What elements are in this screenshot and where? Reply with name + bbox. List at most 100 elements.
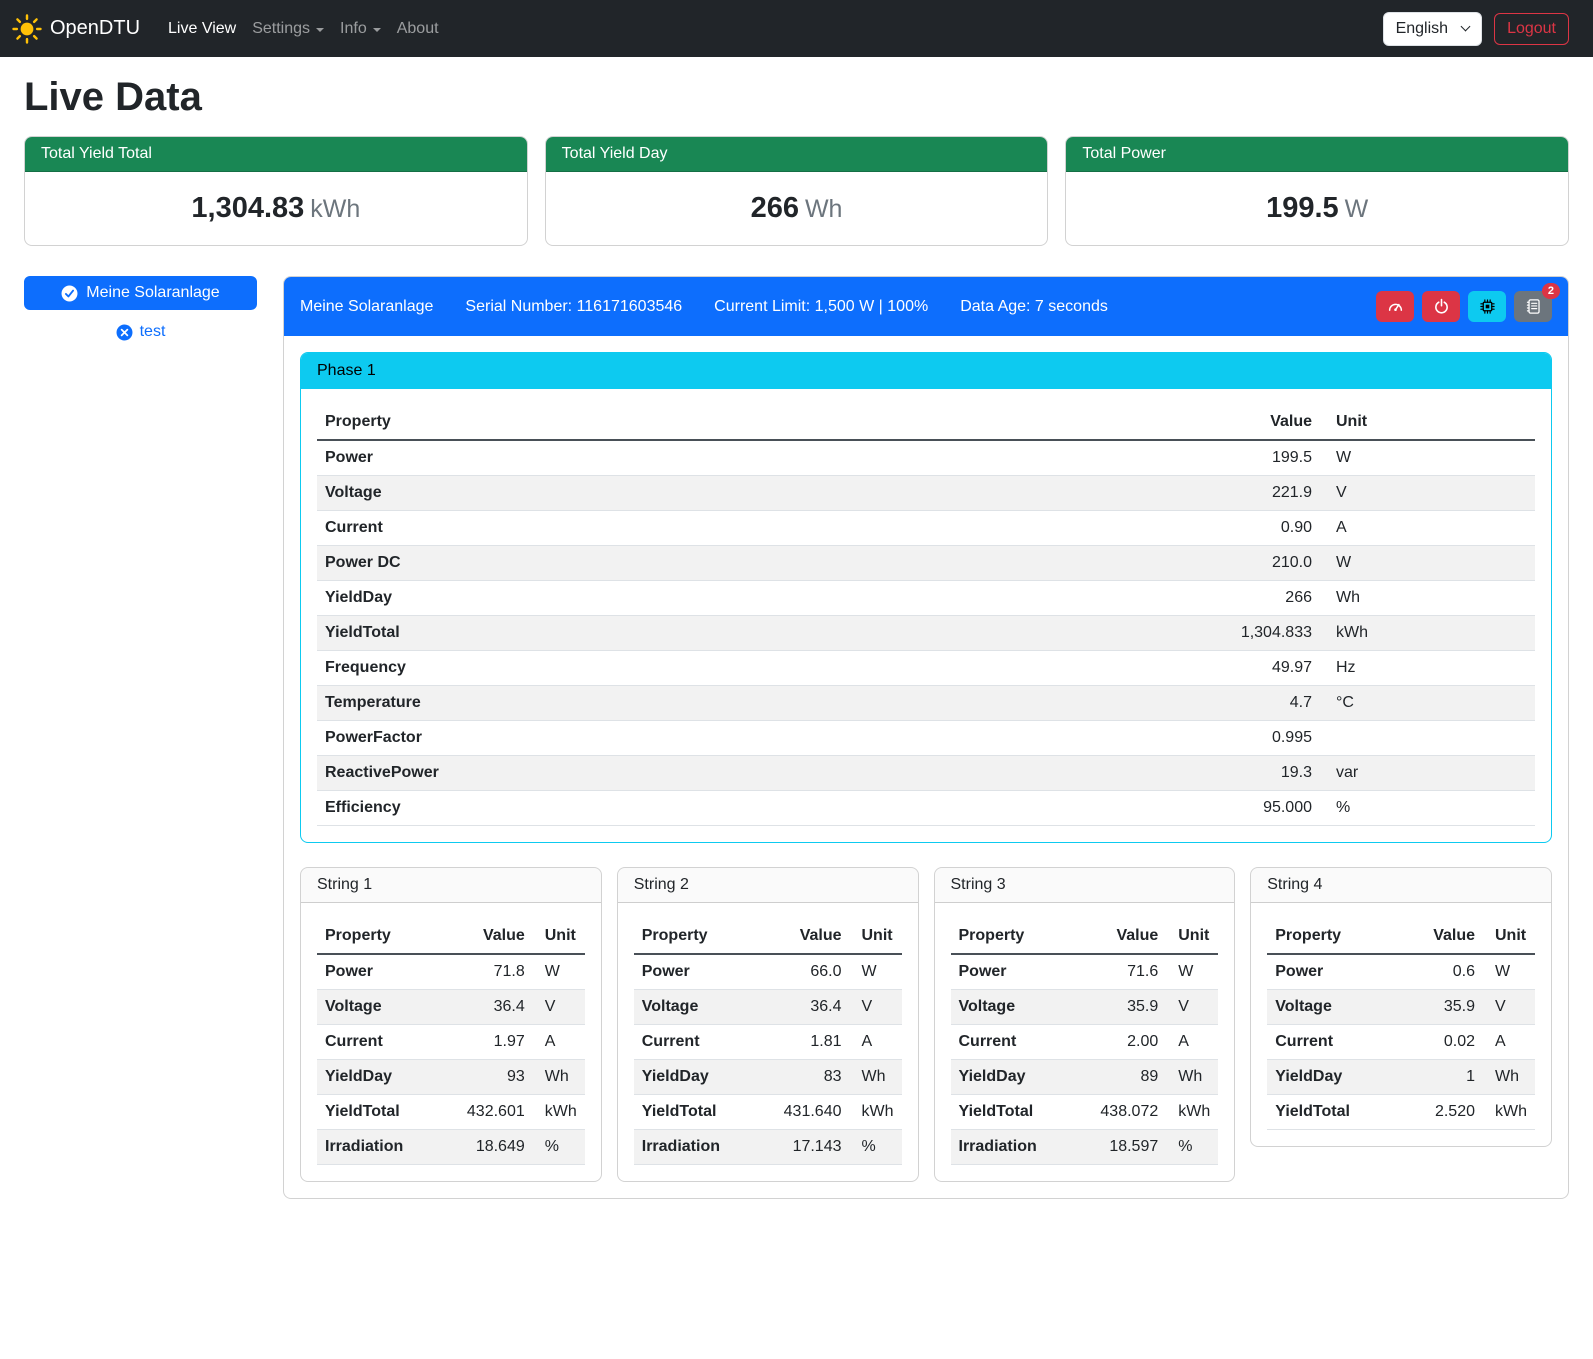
nav-links: Live View Settings Info About — [160, 12, 1383, 46]
value-header: Value — [449, 919, 533, 954]
inverter-select-test[interactable]: test — [24, 323, 257, 341]
table-row: Current 1.97 A — [317, 1025, 585, 1060]
property-cell: Power — [951, 954, 1083, 990]
property-cell: Voltage — [951, 990, 1083, 1025]
table-row: Power DC 210.0 W — [317, 546, 1535, 581]
property-cell: YieldDay — [317, 581, 1190, 616]
unit-cell: W — [1320, 546, 1535, 581]
unit-cell: Wh — [1166, 1060, 1218, 1095]
value-cell: 1 — [1399, 1060, 1483, 1095]
unit-cell: W — [1320, 440, 1535, 476]
power-icon — [1433, 298, 1450, 315]
power-toggle-button[interactable] — [1422, 291, 1460, 322]
phase-1-body: Property Value Unit Power — [301, 389, 1551, 842]
inverter-actions: 2 — [1376, 291, 1552, 322]
inverter-card: Meine Solaranlage Serial Number: 1161716… — [283, 276, 1569, 1199]
inverter-select-label: Meine Solaranlage — [86, 284, 219, 302]
nav-settings[interactable]: Settings — [244, 12, 332, 46]
value-cell: 49.97 — [1190, 651, 1320, 686]
table-row: Current 0.90 A — [317, 511, 1535, 546]
value-cell: 266 — [1190, 581, 1320, 616]
unit-cell: V — [1483, 990, 1535, 1025]
property-cell: YieldDay — [317, 1060, 449, 1095]
property-cell: YieldDay — [1267, 1060, 1399, 1095]
property-cell: Irradiation — [317, 1130, 449, 1165]
value-header: Value — [1190, 405, 1320, 440]
cpu-icon — [1479, 298, 1496, 315]
unit-cell: % — [1166, 1130, 1218, 1165]
inverter-select-active[interactable]: Meine Solaranlage — [24, 276, 257, 310]
table-header-row: Property Value Unit — [317, 405, 1535, 440]
table-row: Power 71.6 W — [951, 954, 1219, 990]
unit-header: Unit — [850, 919, 902, 954]
unit-cell: A — [1166, 1025, 1218, 1060]
value-header: Value — [1082, 919, 1166, 954]
value-cell: 89 — [1082, 1060, 1166, 1095]
table-row: YieldDay 89 Wh — [951, 1060, 1219, 1095]
page-title: Live Data — [24, 75, 1569, 120]
value-cell: 2.00 — [1082, 1025, 1166, 1060]
unit-cell: A — [1320, 511, 1535, 546]
property-cell: Power — [1267, 954, 1399, 990]
value-cell: 93 — [449, 1060, 533, 1095]
total-yield-total-card: Total Yield Total 1,304.83kWh — [24, 136, 528, 246]
table-header-row: Property Value Unit — [634, 919, 902, 954]
property-cell: Voltage — [317, 990, 449, 1025]
language-select[interactable]: English — [1383, 12, 1482, 46]
check-circle-icon — [61, 285, 78, 302]
unit-cell: V — [1320, 476, 1535, 511]
value-cell: 36.4 — [766, 990, 850, 1025]
logout-button[interactable]: Logout — [1494, 13, 1569, 45]
property-cell: Frequency — [317, 651, 1190, 686]
event-count-badge: 2 — [1542, 283, 1560, 299]
unit-header: Unit — [1320, 405, 1535, 440]
value-cell: 432.601 — [449, 1095, 533, 1130]
property-cell: YieldTotal — [951, 1095, 1083, 1130]
table-row: Voltage 36.4 V — [317, 990, 585, 1025]
property-cell: Power DC — [317, 546, 1190, 581]
brand-logo[interactable]: OpenDTU — [12, 14, 140, 44]
property-cell: Temperature — [317, 686, 1190, 721]
limit-settings-button[interactable] — [1376, 291, 1414, 322]
nav-right: English Logout — [1383, 12, 1569, 46]
value-header: Value — [766, 919, 850, 954]
total-yield-day-card: Total Yield Day 266Wh — [545, 136, 1049, 246]
value-cell: 210.0 — [1190, 546, 1320, 581]
value-cell: 36.4 — [449, 990, 533, 1025]
unit-cell: kWh — [1320, 616, 1535, 651]
event-log-button[interactable]: 2 — [1514, 291, 1552, 322]
nav-info[interactable]: Info — [332, 12, 389, 46]
value-cell: 1,304.833 — [1190, 616, 1320, 651]
value-cell: 2.520 — [1399, 1095, 1483, 1130]
table-row: Power 0.6 W — [1267, 954, 1535, 990]
unit-cell: kWh — [850, 1095, 902, 1130]
property-cell: YieldTotal — [317, 616, 1190, 651]
unit-cell: A — [533, 1025, 585, 1060]
nav-live-view[interactable]: Live View — [160, 12, 244, 46]
inverter-data-age: Data Age: 7 seconds — [960, 298, 1108, 316]
inverter-select-test-label: test — [140, 323, 166, 341]
total-yield-total-unit: kWh — [310, 195, 360, 223]
device-info-button[interactable] — [1468, 291, 1506, 322]
phase-1-card: Phase 1 Property Value Unit — [300, 352, 1552, 843]
value-cell: 35.9 — [1082, 990, 1166, 1025]
string-2-card: String 2 Property Value Unit — [617, 867, 919, 1182]
value-cell: 0.90 — [1190, 511, 1320, 546]
table-header-row: Property Value Unit — [951, 919, 1219, 954]
total-yield-day-value: 266 — [751, 192, 799, 224]
inverter-serial: Serial Number: 116171603546 — [465, 298, 682, 316]
table-row: Power 199.5 W — [317, 440, 1535, 476]
nav-about[interactable]: About — [389, 12, 447, 46]
unit-cell: % — [1320, 791, 1535, 826]
unit-header: Unit — [533, 919, 585, 954]
property-header: Property — [317, 405, 1190, 440]
unit-cell: A — [850, 1025, 902, 1060]
table-row: YieldDay 1 Wh — [1267, 1060, 1535, 1095]
inverter-limit: Current Limit: 1,500 W | 100% — [714, 298, 928, 316]
property-cell: Voltage — [1267, 990, 1399, 1025]
table-row: Irradiation 18.597 % — [951, 1130, 1219, 1165]
string-3-table: Property Value Unit Power — [951, 919, 1219, 1165]
unit-cell: var — [1320, 756, 1535, 791]
value-cell: 35.9 — [1399, 990, 1483, 1025]
inverter-name: Meine Solaranlage — [300, 298, 433, 316]
